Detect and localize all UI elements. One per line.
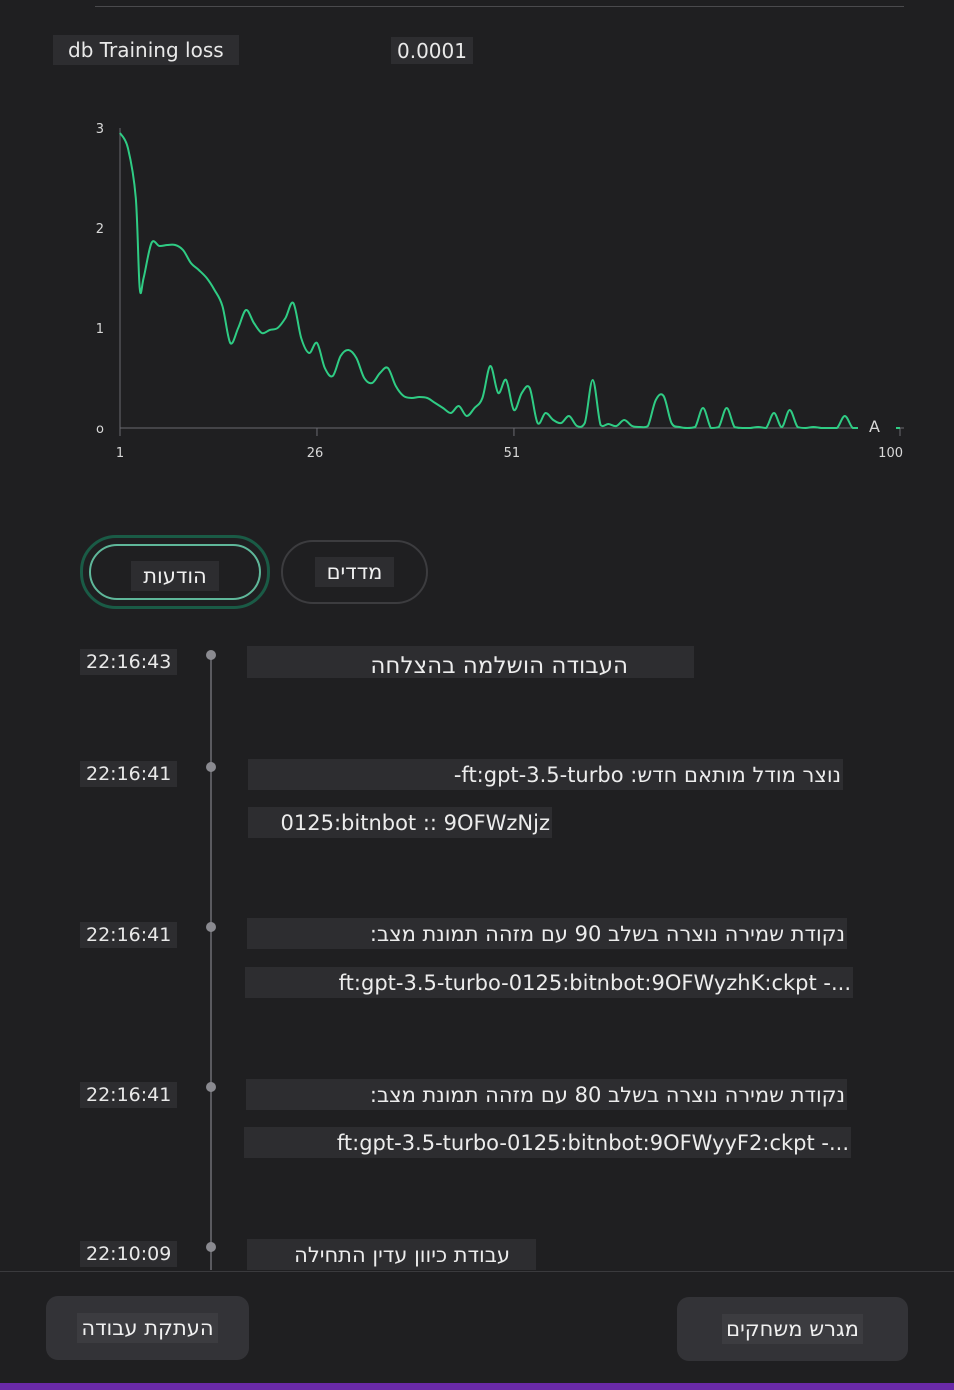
footer-divider <box>0 1271 954 1272</box>
event-time: 22:16:41 <box>80 922 178 948</box>
timeline-dot <box>206 650 216 660</box>
event-time: 22:16:43 <box>80 649 178 675</box>
y-tick-label: 1 <box>96 322 104 337</box>
y-tick-label: o <box>96 422 104 437</box>
playground-button-label: מגרש משחקים <box>722 1314 863 1344</box>
timeline-dot <box>206 1082 216 1092</box>
event-time: 22:16:41 <box>80 1082 178 1108</box>
tab-metrics-label: מדדים <box>314 557 395 587</box>
metric-value: 0.0001 <box>391 37 473 64</box>
tab-bar: הודעות מדדים <box>80 535 440 611</box>
x-tick-label: 1 <box>116 446 124 461</box>
x-tick-label: 100 <box>878 446 903 461</box>
metric-name: db Training loss <box>53 35 239 65</box>
y-tick-label: 2 <box>96 222 104 237</box>
event-message-detail: 0125:bitnbot :: 9OFWzNjz <box>248 807 552 838</box>
event-time: 22:16:41 <box>80 761 178 787</box>
tab-messages[interactable]: הודעות <box>80 535 270 609</box>
timeline-dot <box>206 762 216 772</box>
event-message-detail: ft:gpt-3.5-turbo-0125:bitnbot:9OFWyyF2:c… <box>244 1127 851 1158</box>
timeline-dot <box>206 922 216 932</box>
y-tick-label: 3 <box>96 122 104 137</box>
event-message: נקודת שמירה נוצרה בשלב 90 עם מזהה תמונת … <box>247 918 847 949</box>
timeline-dot <box>206 1242 216 1252</box>
x-tick-label: 51 <box>504 446 521 461</box>
event-message: העבודה הושלמה בהצלחה <box>247 646 694 678</box>
event-message: נקודת שמירה נוצרה בשלב 80 עם מזהה תמונת … <box>246 1079 847 1110</box>
event-message-detail: ft:gpt-3.5-turbo-0125:bitnbot:9OFWyzhK:c… <box>245 967 853 998</box>
series-line <box>119 132 900 429</box>
bottom-accent-bar <box>0 1383 954 1390</box>
copy-job-button[interactable]: העתקת עבודה <box>46 1296 249 1360</box>
training-loss-chart: 321o1 26 51 100A <box>96 122 904 461</box>
timeline-line <box>210 656 212 1270</box>
event-time: 22:10:09 <box>80 1241 178 1267</box>
tab-metrics[interactable]: מדדים <box>281 540 428 604</box>
end-marker-label: A <box>869 417 880 436</box>
playground-button[interactable]: מגרש משחקים <box>677 1297 908 1361</box>
copy-job-button-label: העתקת עבודה <box>77 1313 218 1343</box>
event-message: עבודת כיוון עדין התחילה <box>247 1239 536 1270</box>
top-divider <box>95 6 904 7</box>
event-message: נוצר מודל מותאם חדש: ft:gpt-3.5-turbo- <box>248 759 843 790</box>
tab-messages-label: הודעות <box>131 561 219 591</box>
x-tick-label: 26 <box>307 446 324 461</box>
